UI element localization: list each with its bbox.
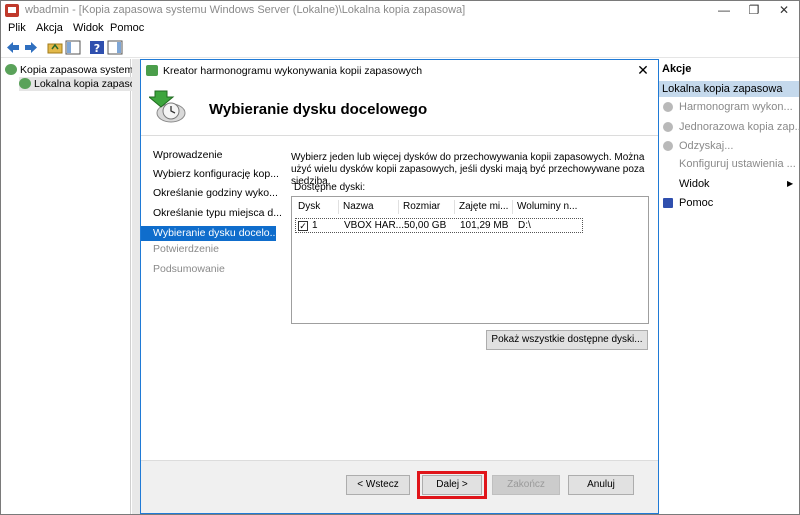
action-help[interactable]: Pomoc [659, 195, 799, 211]
menu-view[interactable]: Widok [70, 22, 107, 34]
action-configure-settings[interactable]: Konfiguruj ustawienia ... [659, 156, 799, 172]
wizard-icon [146, 65, 158, 76]
menu-help[interactable]: Pomoc [107, 22, 147, 34]
cancel-button[interactable]: Anuluj [568, 475, 634, 495]
submenu-arrow-icon: ▶ [787, 179, 794, 188]
svg-text:?: ? [94, 42, 100, 55]
disk-volumes: D:\ [518, 220, 531, 231]
step-destination-type[interactable]: Określanie typu miejsca d... [141, 206, 282, 221]
action-backup-once[interactable]: Jednorazowa kopia zap... [659, 119, 800, 135]
maximize-button[interactable]: ❐ [739, 1, 769, 21]
actions-section-local-backup[interactable]: Lokalna kopia zapasowa [659, 81, 799, 97]
forward-arrow-icon[interactable] [23, 40, 39, 55]
tree-item-local-backup[interactable]: Lokalna kopia zapasow [19, 77, 144, 91]
disk-list: Dysk Nazwa Rozmiar Zajęte mi... Woluminy… [291, 196, 649, 324]
menu-action[interactable]: Akcja [33, 22, 66, 34]
column-disk[interactable]: Dysk [294, 200, 338, 214]
schedule-icon [663, 102, 673, 112]
disk-checkbox[interactable]: ✓ [298, 221, 308, 231]
disk-name: VBOX HAR... [344, 220, 405, 231]
disk-size: 50,00 GB [404, 220, 447, 231]
show-all-disks-button[interactable]: Pokaż wszystkie dostępne dyski... [486, 330, 648, 350]
step-select-destination-disk[interactable]: Wybieranie dysku docelo... [141, 226, 278, 241]
up-folder-icon[interactable] [47, 40, 63, 55]
mmc-window: wbadmin - [Kopia zapasowa systemu Window… [0, 0, 800, 515]
dialog-header: Wybieranie dysku docelowego [141, 82, 658, 134]
column-volumes[interactable]: Woluminy n... [512, 200, 580, 214]
menu-file[interactable]: Plik [5, 22, 29, 34]
column-used[interactable]: Zajęte mi... [454, 200, 512, 214]
backup-icon [19, 78, 31, 89]
window-titlebar: wbadmin - [Kopia zapasowa systemu Window… [1, 1, 799, 21]
backup-once-icon [663, 122, 673, 132]
step-backup-time[interactable]: Określanie godziny wyko... [141, 186, 278, 201]
backup-icon [5, 64, 17, 75]
dialog-titlebar: Kreator harmonogramu wykonywania kopii z… [141, 60, 658, 82]
step-confirmation: Potwierdzenie [153, 243, 219, 255]
toolbar: ? [1, 38, 799, 58]
next-button[interactable]: Dalej > [422, 475, 482, 495]
disk-used: 101,29 MB [460, 220, 509, 231]
action-schedule-backup-label: Harmonogram wykon... [679, 101, 793, 113]
available-disks-label: Dostępne dyski: [294, 182, 366, 193]
step-introduction[interactable]: Wprowadzenie [141, 148, 276, 163]
column-size[interactable]: Rozmiar [398, 200, 454, 214]
dialog-close-button[interactable]: ✕ [634, 62, 652, 78]
disk-number: 1 [312, 220, 318, 231]
tree-item-root[interactable]: Kopia zapasowa systemu W [5, 63, 152, 77]
window-title: wbadmin - [Kopia zapasowa systemu Window… [25, 4, 466, 16]
close-window-button[interactable]: ✕ [769, 1, 799, 21]
help-icon [663, 198, 673, 208]
finish-button: Zakończ [492, 475, 560, 495]
back-button[interactable]: < Wstecz [346, 475, 410, 495]
help-icon[interactable]: ? [89, 40, 105, 55]
backup-schedule-wizard: Kreator harmonogramu wykonywania kopii z… [140, 59, 659, 514]
tree-item-local-backup-label: Lokalna kopia zapasow [34, 78, 144, 90]
step-backup-configuration[interactable]: Wybierz konfigurację kop... [141, 167, 279, 182]
column-name[interactable]: Nazwa [338, 200, 398, 214]
action-configure-settings-label: Konfiguruj ustawienia ... [679, 158, 796, 170]
action-help-label: Pomoc [679, 197, 714, 209]
back-arrow-icon[interactable] [5, 40, 21, 55]
actions-pane: Akcje Lokalna kopia zapasowa Harmonogram… [659, 59, 800, 514]
show-hide-tree-icon[interactable] [65, 40, 81, 55]
action-recover-label: Odzyskaj... [679, 140, 734, 152]
recover-icon [663, 141, 673, 151]
action-schedule-backup[interactable]: Harmonogram wykon... [659, 99, 799, 115]
action-backup-once-label: Jednorazowa kopia zap... [679, 121, 800, 133]
header-divider [141, 135, 658, 136]
tree-scrollbar[interactable] [132, 59, 140, 514]
table-row[interactable]: ✓ 1 VBOX HAR... 50,00 GB 101,29 MB D:\ [295, 218, 583, 233]
menu-bar: Plik Akcja Widok Pomoc [1, 21, 799, 38]
action-recover[interactable]: Odzyskaj... [659, 138, 799, 154]
console-tree: Kopia zapasowa systemu W Lokalna kopia z… [1, 59, 152, 514]
page-heading: Wybieranie dysku docelowego [209, 101, 428, 118]
step-summary: Podsumowanie [153, 263, 225, 275]
action-view-label: Widok [679, 178, 710, 190]
dialog-title: Kreator harmonogramu wykonywania kopii z… [163, 65, 423, 77]
backup-clock-icon [149, 90, 186, 123]
minimize-button[interactable]: — [709, 1, 739, 21]
action-view[interactable]: Widok ▶ [659, 176, 799, 192]
actions-header: Akcje [662, 63, 692, 75]
wbadmin-app-icon [5, 4, 19, 17]
show-actions-pane-icon[interactable] [107, 40, 123, 55]
